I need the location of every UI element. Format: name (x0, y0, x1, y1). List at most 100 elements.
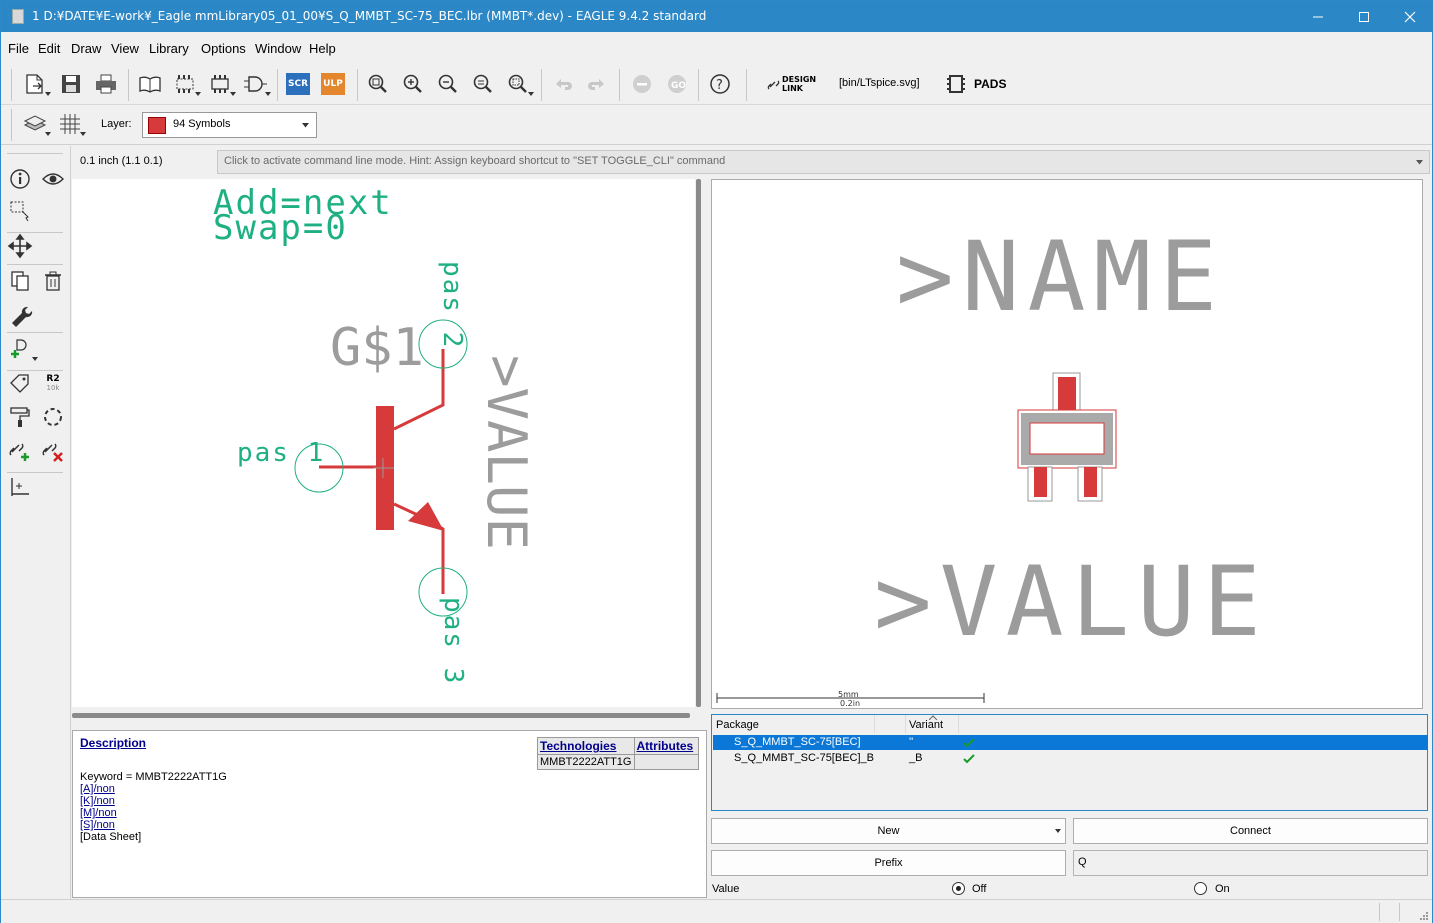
link-s[interactable]: [S]/non (80, 819, 115, 831)
link-k[interactable]: [K]/non (80, 795, 115, 807)
technology-cell[interactable]: MMBT2222ATT1G (537, 754, 635, 770)
origin-mark-icon (11, 478, 29, 496)
close-button[interactable] (1386, 1, 1432, 32)
command-line[interactable]: Click to activate command line mode. Hin… (217, 150, 1430, 174)
symbol-vertical-scrollbar[interactable] (696, 179, 702, 707)
menu-options[interactable]: Options (201, 41, 246, 56)
ltspice-label[interactable]: [bin/LTspice.svg] (839, 77, 920, 89)
zoom-select-button[interactable] (504, 71, 534, 97)
package-row[interactable]: S_Q_MMBT_SC-75[BEC]_B _B (713, 751, 1428, 766)
menu-window[interactable]: Window (255, 41, 301, 56)
pads-label[interactable]: PADS (974, 77, 1006, 91)
tag-icon (10, 374, 29, 393)
keyword-text: Keyword = MMBT2222ATT1G (80, 771, 227, 783)
script-button[interactable]: SCR (286, 73, 310, 95)
value-off-label[interactable]: Off (972, 883, 986, 895)
print-button[interactable] (92, 71, 120, 97)
zoom-fit-icon (368, 74, 387, 93)
package-value-text: >VALUE (874, 546, 1269, 658)
technologies-header[interactable]: Technologies (537, 737, 635, 755)
package-row-name: S_Q_MMBT_SC-75[BEC]_B (734, 752, 874, 764)
value-off-radio[interactable] (952, 882, 965, 895)
new-file-button[interactable] (21, 71, 51, 97)
copy-icon (11, 271, 29, 291)
zoom-redraw-icon (473, 74, 492, 93)
move-tool[interactable] (7, 233, 33, 259)
link-a[interactable]: [A]/non (80, 783, 115, 795)
menu-view[interactable]: View (111, 41, 139, 56)
value-on-label[interactable]: On (1215, 883, 1230, 895)
title-bar: 1 D:¥DATE¥E-work¥_Eagle mmLibrary05_01_0… (1, 1, 1432, 32)
mark-tool[interactable] (7, 474, 33, 500)
symbol-button[interactable] (241, 71, 271, 97)
menu-draw[interactable]: Draw (71, 41, 101, 56)
library-book-button[interactable] (136, 71, 164, 97)
layer-label: Layer: (101, 118, 132, 130)
menu-edit[interactable]: Edit (38, 41, 60, 56)
pads-icon-button[interactable] (945, 71, 973, 97)
zoom-in-button[interactable] (399, 71, 427, 97)
open-book-icon (139, 76, 161, 93)
stop-button[interactable] (628, 71, 656, 97)
chevron-down-icon (1416, 160, 1423, 165)
ulp-button[interactable]: ULP (321, 73, 345, 95)
layer-settings-button[interactable] (21, 111, 51, 137)
link-m[interactable]: [M]/non (80, 807, 117, 819)
disconnect-tool[interactable] (40, 438, 66, 464)
new-button[interactable]: New (711, 818, 1066, 844)
attributes-header[interactable]: Attributes (633, 737, 699, 755)
technologies-table: Technologies Attributes MMBT2222ATT1G (537, 737, 699, 770)
design-link-button[interactable]: DESIGN LINK (766, 71, 816, 97)
zoom-fit-button[interactable] (364, 71, 392, 97)
variant-column-header[interactable]: Variant (909, 719, 943, 731)
package-column-header[interactable]: Package (716, 719, 759, 731)
symbol-horizontal-scrollbar[interactable] (72, 711, 702, 719)
prefix-field[interactable]: Q (1073, 850, 1428, 876)
undo-button[interactable] (549, 71, 577, 97)
zoom-redraw-button[interactable] (469, 71, 497, 97)
value-tool-top: R2 (46, 374, 60, 384)
package-row[interactable]: S_Q_MMBT_SC-75[BEC] '' (713, 735, 1428, 750)
value-on-radio[interactable] (1194, 882, 1207, 895)
miter-tool[interactable] (40, 404, 66, 430)
go-button[interactable]: GO (663, 71, 691, 97)
device-button[interactable] (206, 71, 236, 97)
dashed-circle-icon (44, 408, 62, 426)
resize-grip-icon (1420, 912, 1428, 920)
copy-tool[interactable] (7, 268, 33, 294)
group-tool[interactable] (7, 198, 33, 224)
add-tool[interactable] (7, 336, 38, 362)
delete-tool[interactable] (40, 268, 66, 294)
save-button[interactable] (57, 71, 85, 97)
prefix-button[interactable]: Prefix (711, 850, 1066, 876)
redo-icon (588, 79, 604, 90)
package-button[interactable] (171, 71, 201, 97)
change-tool[interactable] (7, 302, 33, 328)
redo-button[interactable] (583, 71, 611, 97)
show-tool[interactable] (40, 166, 66, 192)
smash-tool[interactable] (7, 404, 33, 430)
menu-file[interactable]: File (8, 41, 29, 56)
connect-button[interactable]: Connect (1073, 818, 1428, 844)
menu-library[interactable]: Library (149, 41, 189, 56)
help-button[interactable]: ? (706, 71, 734, 97)
value-tool[interactable]: R2 10k (40, 371, 66, 397)
description-link[interactable]: Description (80, 736, 146, 750)
info-tool[interactable] (7, 166, 33, 192)
layer-select[interactable]: 94 Symbols (142, 112, 317, 138)
go-icon: GO (668, 75, 686, 93)
attribute-cell[interactable] (633, 754, 699, 770)
maximize-button[interactable] (1340, 1, 1386, 32)
package-row-variant: '' (909, 736, 914, 748)
package-drawing: >NAME >VALUE 5mm 0.2in (716, 221, 1269, 708)
zoom-out-button[interactable] (434, 71, 462, 97)
minimize-button[interactable] (1294, 1, 1340, 32)
move-arrows-icon (7, 233, 33, 259)
grid-button[interactable] (56, 111, 86, 137)
print-icon (96, 74, 116, 94)
name-tool[interactable] (7, 371, 33, 397)
close-icon (1404, 11, 1416, 23)
menu-help[interactable]: Help (309, 41, 336, 56)
symbol-canvas[interactable]: Add=next Swap=0 G$1 >VALUE pas 2 pas 3 p… (72, 179, 695, 707)
connect-tool[interactable] (7, 438, 33, 464)
